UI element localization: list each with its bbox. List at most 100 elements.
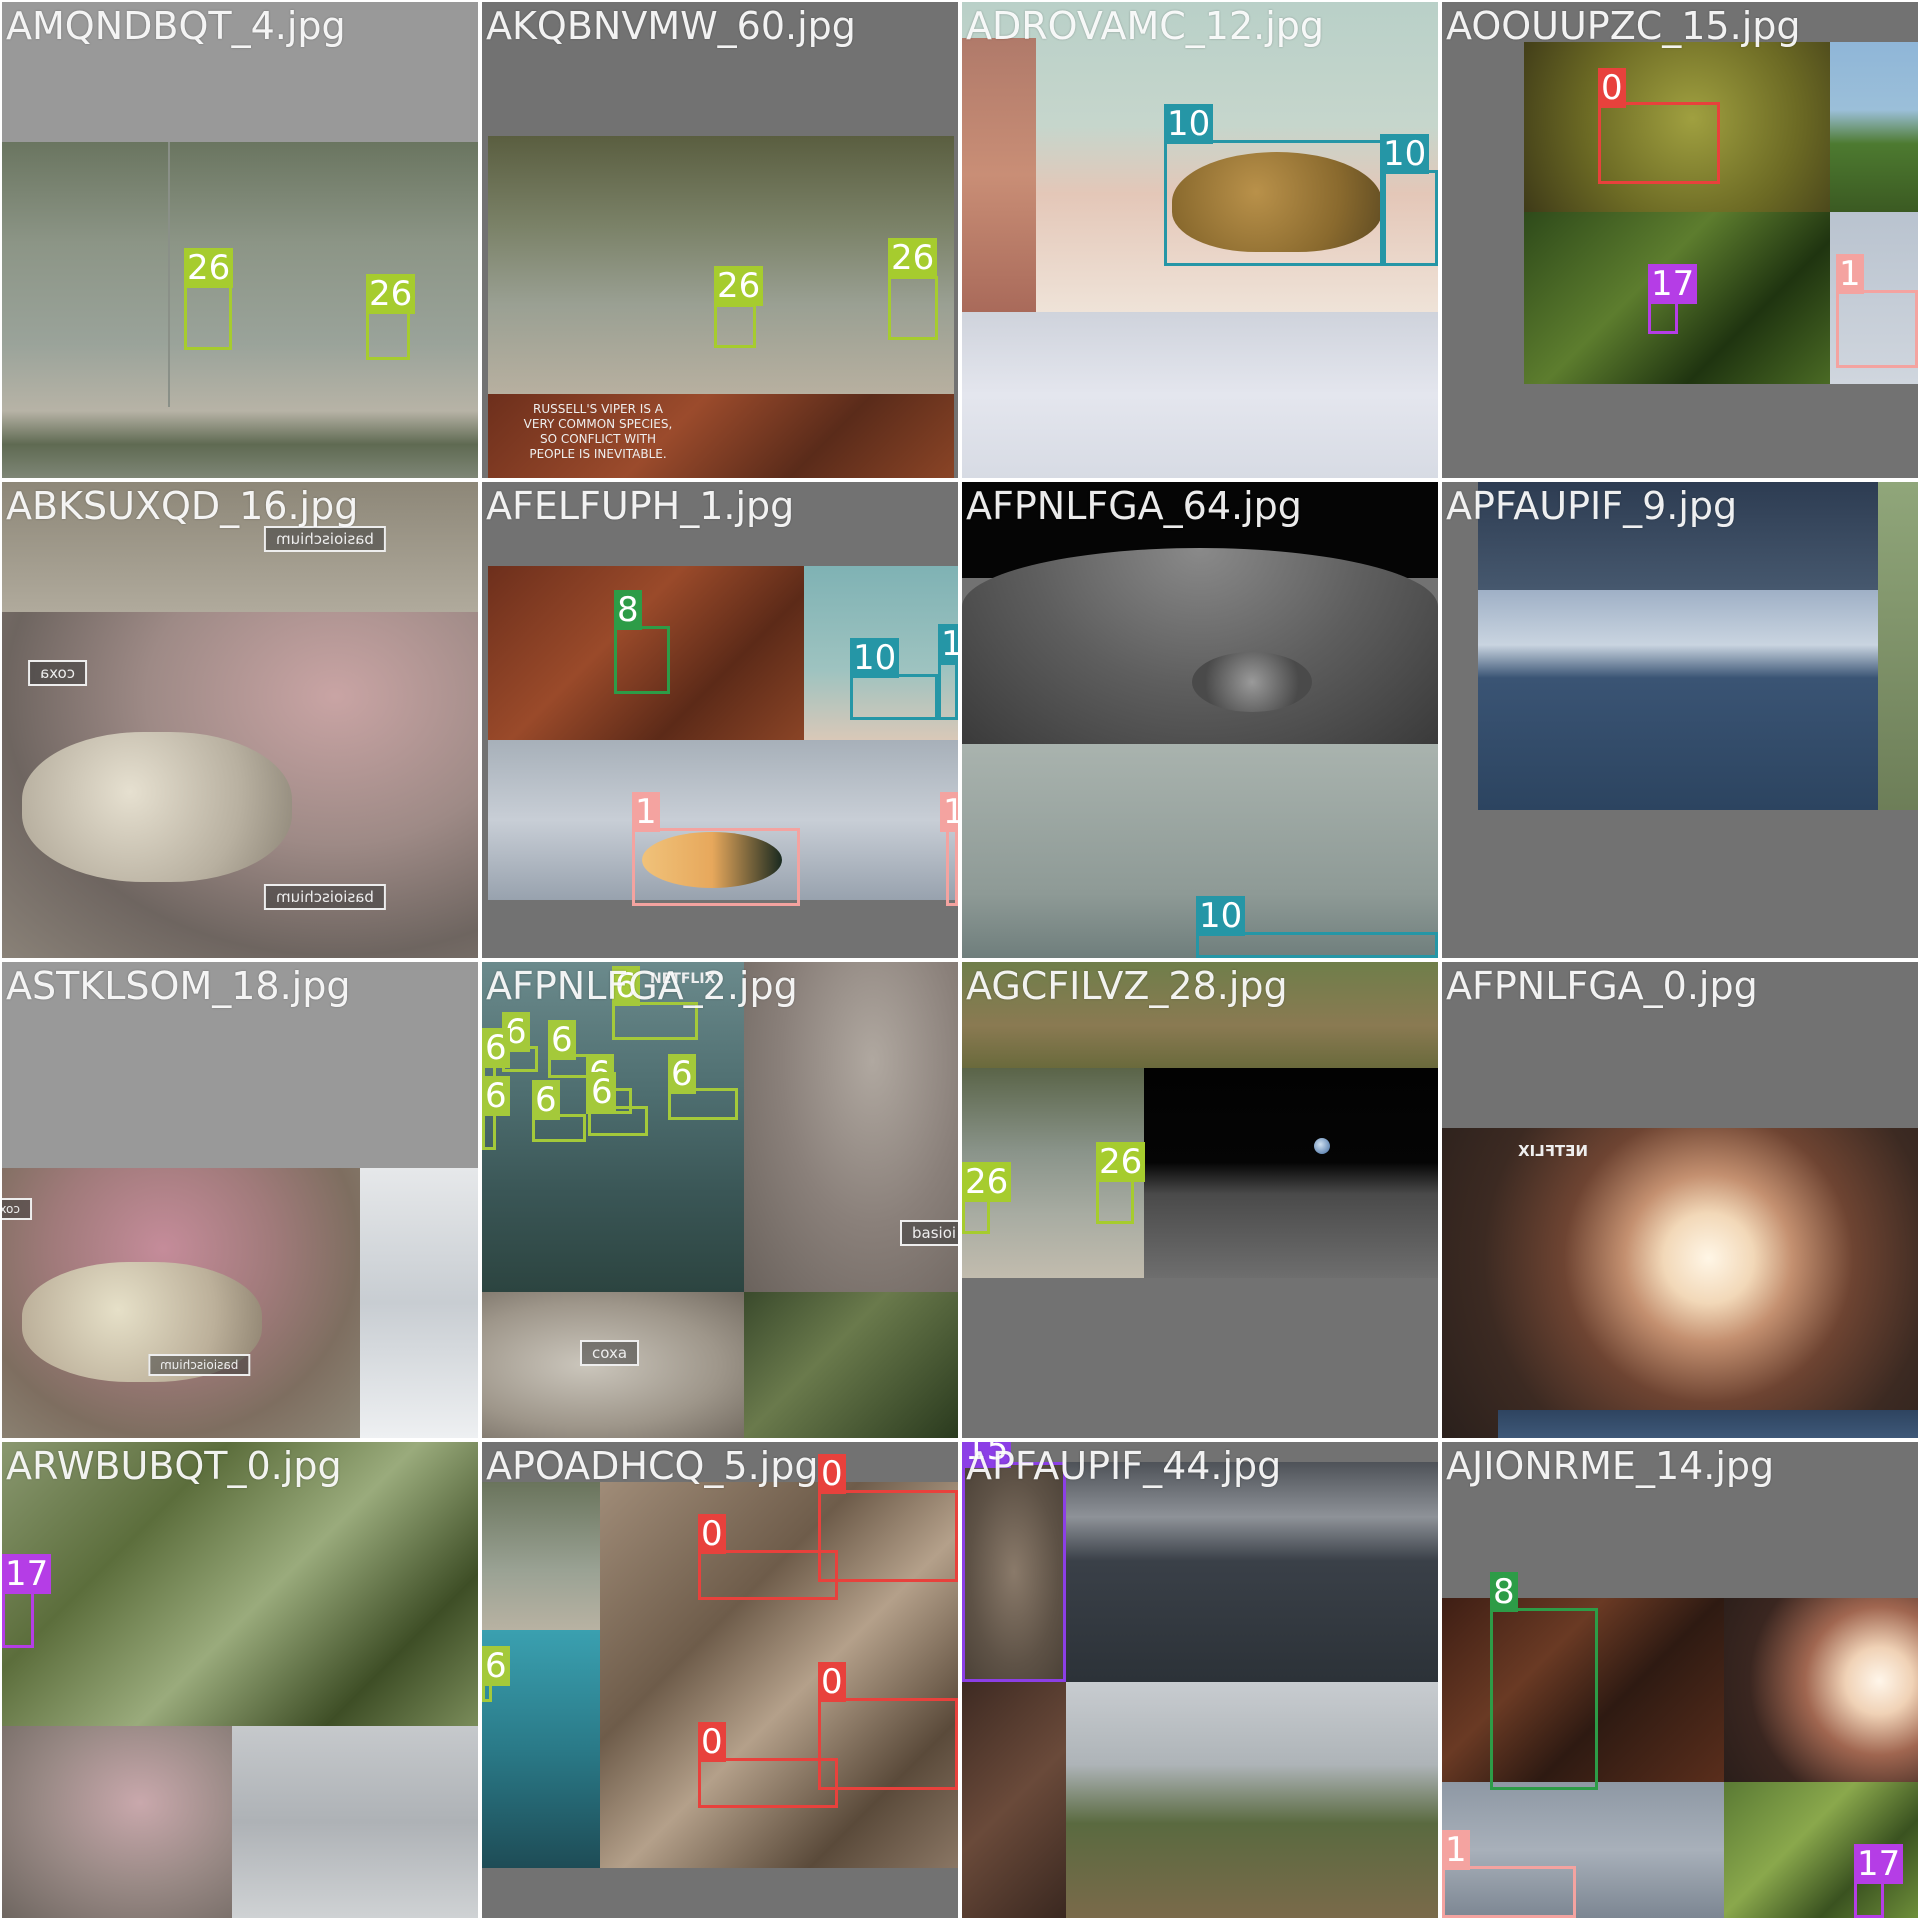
bbox-1: [946, 828, 958, 906]
tile-7: AFPNLFGA_64.jpg 10: [962, 482, 1438, 958]
anatomy-tag-basioischium: basioischium: [148, 1354, 251, 1376]
tile-4: AOOUUPZC_15.jpg 0 17 1: [1442, 2, 1918, 478]
anatomy-tag-basioi: basioi: [900, 1220, 958, 1246]
bbox-label: 26: [1096, 1142, 1146, 1182]
bbox-label: 6: [532, 1080, 560, 1120]
bbox-label: 26: [888, 238, 938, 278]
bbox-label: 6: [668, 1054, 696, 1094]
bbox-label: 0: [1598, 68, 1626, 108]
bbox-label: 1: [1836, 254, 1864, 294]
tile-title: APFAUPIF_9.jpg: [1446, 484, 1738, 528]
bbox-label: 17: [1648, 264, 1698, 304]
tile-3: ADROVAMC_12.jpg 10 10: [962, 2, 1438, 478]
photo-waves: [360, 1168, 478, 1438]
bbox-26: [962, 1198, 990, 1234]
bbox-label: 17: [1854, 1844, 1904, 1884]
bbox-label: 6: [548, 1020, 576, 1060]
tile-title: AFPNLFGA_2.jpg: [486, 964, 798, 1008]
bbox-label: 26: [962, 1162, 1012, 1202]
photo-sun-silhouette: [1442, 1128, 1918, 1438]
anatomy-tag-coxa: coxa: [2, 1198, 33, 1220]
bbox-label: 6: [482, 1076, 510, 1116]
bbox-label: 10: [1196, 896, 1246, 936]
photo-moon: [1144, 1068, 1438, 1278]
bbox-26: [184, 284, 232, 350]
tile-16: AJIONRME_14.jpg 8 1 17: [1442, 1442, 1918, 1918]
bbox-0: [1598, 102, 1720, 184]
bbox-10: [1380, 170, 1438, 266]
netflix-watermark: NETFLIX: [1518, 1142, 1588, 1160]
bbox-label: 0: [818, 1662, 846, 1702]
bbox-6: [482, 1110, 496, 1150]
video-caption: RUSSELL'S VIPER IS A VERY COMMON SPECIES…: [523, 402, 673, 461]
tile-title: APOADHCQ_5.jpg: [486, 1444, 819, 1488]
bbox-0: [698, 1550, 838, 1600]
tile-title: AFELFUPH_1.jpg: [486, 484, 795, 528]
bbox-label: 10: [1380, 134, 1430, 174]
tile-9: basioischium coxa ASTKLSOM_18.jpg: [2, 962, 478, 1438]
bbox-15: [962, 1462, 1066, 1682]
bbox-10: [1164, 140, 1386, 266]
bbox-26: [366, 310, 410, 360]
bbox-26: [1096, 1178, 1134, 1224]
bbox-8: [614, 626, 670, 694]
photo-water-strip: [1498, 1410, 1918, 1438]
bbox-10: [850, 674, 938, 720]
photo-ocean-mountains: [1478, 590, 1878, 810]
bbox-label: 26: [184, 248, 234, 288]
photo-moon-surface: [962, 548, 1438, 744]
anatomy-tag-basioischium: basioischium: [264, 526, 386, 552]
bbox-label: 6: [482, 1646, 510, 1686]
bbox-10: [938, 662, 958, 720]
bbox-label: 1: [632, 792, 660, 832]
mosaic-grid: AMQNDBQT_4.jpg 26 26 RUSSELL'S VIPER IS …: [0, 0, 1920, 1920]
tile-title: APFAUPIF_44.jpg: [966, 1444, 1282, 1488]
bbox-1: [1836, 290, 1918, 368]
bbox-label: 26: [714, 266, 764, 306]
tile-title: AGCFILVZ_28.jpg: [966, 964, 1288, 1008]
photo-earth: [1314, 1138, 1330, 1154]
photo-landscape: [1830, 42, 1918, 212]
tile-title: AMQNDBQT_4.jpg: [6, 4, 346, 48]
bbox-label: 1: [940, 792, 958, 832]
bbox-26: [714, 304, 756, 348]
tile-2: RUSSELL'S VIPER IS A VERY COMMON SPECIES…: [482, 2, 958, 478]
bbox-label: 8: [614, 590, 642, 630]
photo-macro-leg: [22, 732, 292, 882]
photo-sun-silhouette: [1724, 1598, 1918, 1782]
photo-ocean-mountains: [1066, 1462, 1438, 1682]
photo-river-seam: [168, 142, 170, 407]
bbox-label: 26: [366, 274, 416, 314]
bbox-label: 6: [482, 1028, 510, 1068]
bbox-label: 1: [1442, 1830, 1470, 1870]
photo-sea: [962, 312, 1438, 478]
bbox-17: [1648, 300, 1678, 334]
bbox-label: 0: [818, 1454, 846, 1494]
tile-8: APFAUPIF_9.jpg: [1442, 482, 1918, 958]
tile-title: ASTKLSOM_18.jpg: [6, 964, 351, 1008]
photo-waves: [232, 1726, 478, 1918]
tile-6: AFELFUPH_1.jpg 8 10 10 1 1: [482, 482, 958, 958]
photo-crater: [1192, 652, 1312, 712]
photo-river: [482, 1482, 600, 1630]
anatomy-tag-coxa: coxa: [28, 660, 88, 686]
tile-15: APFAUPIF_44.jpg 15: [962, 1442, 1438, 1918]
bbox-label: 17: [2, 1554, 52, 1594]
photo-edge: [1878, 482, 1918, 810]
tile-12: NETFLIX AFPNLFGA_0.jpg: [1442, 962, 1918, 1438]
bbox-17: [2, 1590, 34, 1648]
tile-title: AOOUUPZC_15.jpg: [1446, 4, 1801, 48]
bbox-1: [1442, 1866, 1576, 1918]
bbox-0: [818, 1698, 958, 1790]
photo-side-strip: [962, 38, 1036, 312]
bbox-label: 10: [850, 638, 900, 678]
tile-10: coxa basioi NETFLIX AFPNLFGA_2.jpg 6 6 6…: [482, 962, 958, 1438]
tile-5: basioischium coxa basioischium ABKSUXQD_…: [2, 482, 478, 958]
tile-title: AFPNLFGA_0.jpg: [1446, 964, 1758, 1008]
bbox-label: 6: [588, 1072, 616, 1112]
tile-title: ABKSUXQD_16.jpg: [6, 484, 359, 528]
tile-13: ARWBUBQT_0.jpg 17: [2, 1442, 478, 1918]
bbox-label: 10: [1164, 104, 1214, 144]
tile-1: AMQNDBQT_4.jpg 26 26: [2, 2, 478, 478]
photo-savanna: [1066, 1682, 1438, 1918]
